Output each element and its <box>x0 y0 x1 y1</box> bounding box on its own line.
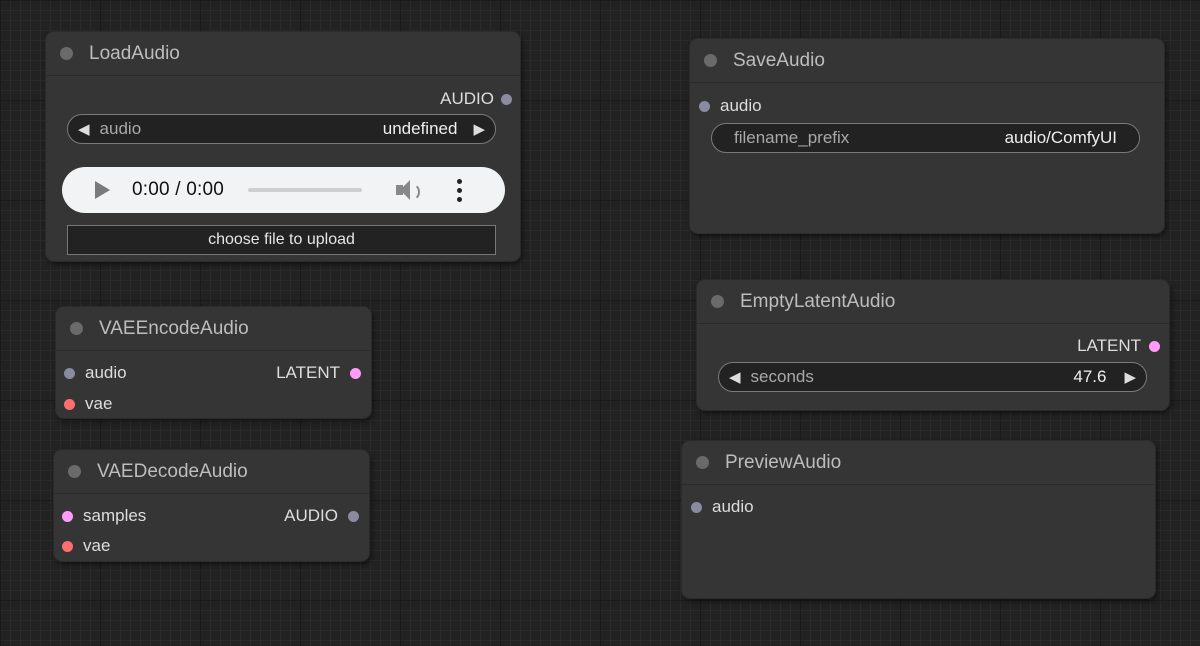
output-label: AUDIO <box>440 89 494 108</box>
seconds-number-widget[interactable]: ◀ seconds 47.6 ▶ <box>718 362 1147 392</box>
combo-label: audio <box>99 119 142 138</box>
node-title-bar[interactable]: SaveAudio <box>690 39 1164 83</box>
node-load-audio[interactable]: LoadAudio AUDIO ◀ audio undefined ▶ 0:00… <box>46 32 520 261</box>
widget-label: seconds <box>750 367 814 386</box>
input-slot-audio[interactable]: audio <box>64 363 127 383</box>
combo-right-arrow-icon[interactable]: ▶ <box>473 120 495 138</box>
node-title: SaveAudio <box>733 49 825 71</box>
output-label: LATENT <box>276 363 340 382</box>
input-slot-samples[interactable]: samples <box>62 506 146 526</box>
upload-file-button[interactable]: choose file to upload <box>67 225 496 255</box>
increment-arrow-icon[interactable]: ▶ <box>1124 368 1146 386</box>
node-title: PreviewAudio <box>725 451 842 473</box>
collapse-dot-icon[interactable] <box>696 456 709 469</box>
output-slot-dot-icon[interactable] <box>348 510 359 522</box>
play-icon[interactable] <box>95 181 110 199</box>
node-title: VAEDecodeAudio <box>97 460 248 482</box>
output-slot-dot-icon[interactable] <box>350 367 361 379</box>
node-vae-encode-audio[interactable]: VAEEncodeAudio audio vae LATENT <box>56 307 371 418</box>
volume-icon[interactable] <box>396 179 422 201</box>
input-label: vae <box>83 536 111 555</box>
input-slot-dot-icon[interactable] <box>62 510 73 522</box>
output-slot-latent[interactable]: LATENT <box>1077 336 1160 356</box>
collapse-dot-icon[interactable] <box>70 322 83 335</box>
input-slot-audio[interactable]: audio <box>691 497 754 517</box>
input-slot-dot-icon[interactable] <box>691 501 702 513</box>
combo-value: undefined <box>382 119 458 138</box>
node-save-audio[interactable]: SaveAudio audio filename_prefix audio/Co… <box>690 39 1164 233</box>
output-slot-audio[interactable]: AUDIO <box>440 89 512 109</box>
input-slot-vae[interactable]: vae <box>64 394 112 414</box>
node-preview-audio[interactable]: PreviewAudio audio <box>682 441 1155 598</box>
player-time: 0:00 / 0:00 <box>132 179 224 200</box>
node-title-bar[interactable]: VAEDecodeAudio <box>54 450 369 494</box>
input-label: vae <box>85 394 113 413</box>
input-slot-dot-icon[interactable] <box>699 100 710 112</box>
more-options-icon[interactable] <box>456 178 462 202</box>
widget-value: audio/ComfyUI <box>1004 128 1117 147</box>
input-label: samples <box>83 506 147 525</box>
node-vae-decode-audio[interactable]: VAEDecodeAudio samples vae AUDIO <box>54 450 369 561</box>
output-slot-dot-icon[interactable] <box>501 93 512 105</box>
player-progress-bar[interactable] <box>248 188 362 192</box>
output-slot-audio[interactable]: AUDIO <box>284 506 359 526</box>
decrement-arrow-icon[interactable]: ◀ <box>719 368 751 386</box>
input-slot-audio[interactable]: audio <box>699 96 762 116</box>
node-title: VAEEncodeAudio <box>99 317 249 339</box>
combo-left-arrow-icon[interactable]: ◀ <box>68 120 100 138</box>
node-empty-latent-audio[interactable]: EmptyLatentAudio LATENT ◀ seconds 47.6 ▶ <box>697 280 1169 410</box>
node-title-bar[interactable]: VAEEncodeAudio <box>56 307 371 351</box>
widget-label: filename_prefix <box>734 128 850 147</box>
input-label: audio <box>85 363 127 382</box>
input-label: audio <box>720 96 762 115</box>
input-slot-dot-icon[interactable] <box>64 398 75 410</box>
filename-prefix-widget[interactable]: filename_prefix audio/ComfyUI <box>711 123 1140 153</box>
output-label: LATENT <box>1077 336 1141 355</box>
output-label: AUDIO <box>284 506 338 525</box>
widget-value: 47.6 <box>1073 367 1107 386</box>
node-title-bar[interactable]: PreviewAudio <box>682 441 1155 485</box>
node-title: EmptyLatentAudio <box>740 290 896 312</box>
collapse-dot-icon[interactable] <box>68 465 81 478</box>
output-slot-latent[interactable]: LATENT <box>276 363 361 383</box>
input-slot-dot-icon[interactable] <box>64 367 75 379</box>
node-title: LoadAudio <box>89 42 180 64</box>
collapse-dot-icon[interactable] <box>704 54 717 67</box>
node-title-bar[interactable]: LoadAudio <box>46 32 520 76</box>
audio-player[interactable]: 0:00 / 0:00 <box>62 167 505 213</box>
output-slot-dot-icon[interactable] <box>1149 340 1160 352</box>
collapse-dot-icon[interactable] <box>60 47 73 60</box>
collapse-dot-icon[interactable] <box>711 295 724 308</box>
input-slot-vae[interactable]: vae <box>62 536 110 556</box>
node-title-bar[interactable]: EmptyLatentAudio <box>697 280 1169 324</box>
audio-combo-widget[interactable]: ◀ audio undefined ▶ <box>67 114 496 144</box>
input-label: audio <box>712 497 754 516</box>
input-slot-dot-icon[interactable] <box>62 540 73 552</box>
